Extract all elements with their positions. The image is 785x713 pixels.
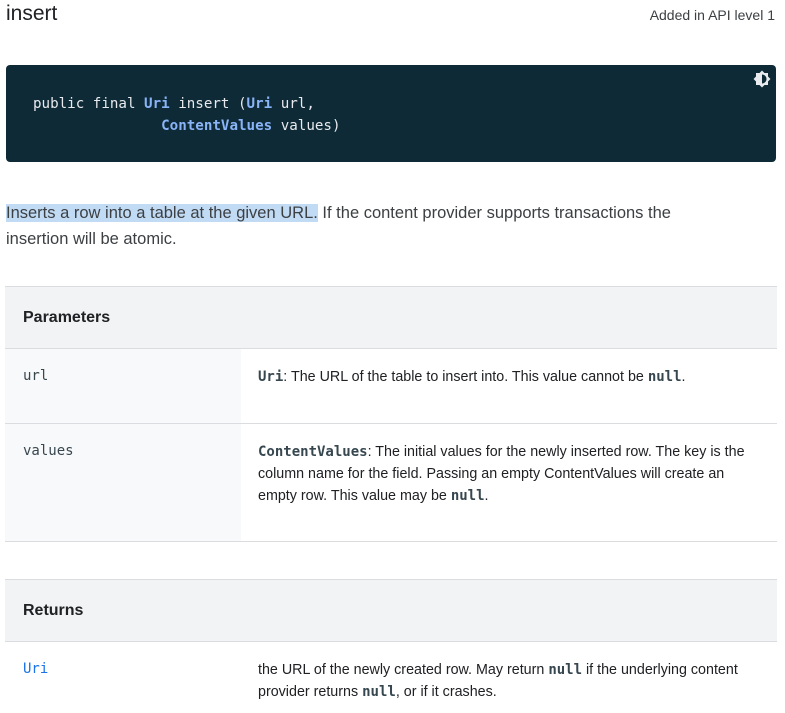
param-description: ContentValues: The initial values for th… [241,424,777,541]
param-text-end: . [484,488,489,504]
highlighted-text: Inserts a row into a table at the given … [6,204,318,222]
returns-table: Returns Uri the URL of the newly created… [5,579,777,713]
method-title: insert [6,2,58,25]
code-return-type[interactable]: Uri [144,96,170,112]
code-method-name: insert ( [169,96,247,112]
return-type-link[interactable]: Uri [5,642,241,713]
brightness-contrast-icon[interactable] [752,69,772,89]
code-param-name: url, [272,96,315,112]
api-level-label: Added in API level 1 [649,7,775,23]
param-type-link[interactable]: ContentValues [258,444,368,460]
param-text-end: . [681,369,686,385]
code-param-name: values) [272,118,341,134]
method-signature: public final Uri insert (Uri url, Conten… [33,93,341,137]
param-description: Uri: The URL of the table to insert into… [241,349,777,423]
param-name: values [5,424,241,541]
table-row: values ContentValues: The initial values… [5,424,777,542]
null-code: null [548,662,583,678]
code-param-type[interactable]: Uri [247,96,273,112]
method-description: Inserts a row into a table at the given … [6,200,736,252]
method-signature-code-block: public final Uri insert (Uri url, Conten… [6,65,776,162]
null-code: null [362,684,396,700]
param-text: : The URL of the table to insert into. T… [283,369,648,385]
code-modifiers: public final [33,96,145,112]
param-name: url [5,349,241,423]
returns-heading: Returns [5,580,777,642]
parameters-heading: Parameters [5,287,777,349]
param-type-link[interactable]: Uri [258,369,283,385]
return-description: the URL of the newly created row. May re… [241,642,777,713]
return-text: the URL of the newly created row. May re… [258,662,549,678]
parameters-table: Parameters url Uri: The URL of the table… [5,286,777,542]
table-row: Uri the URL of the newly created row. Ma… [5,642,777,713]
null-code: null [450,488,485,504]
table-row: url Uri: The URL of the table to insert … [5,349,777,424]
null-code: null [647,369,682,385]
code-param-type[interactable]: ContentValues [161,118,272,134]
return-text: , or if it crashes. [395,684,497,700]
